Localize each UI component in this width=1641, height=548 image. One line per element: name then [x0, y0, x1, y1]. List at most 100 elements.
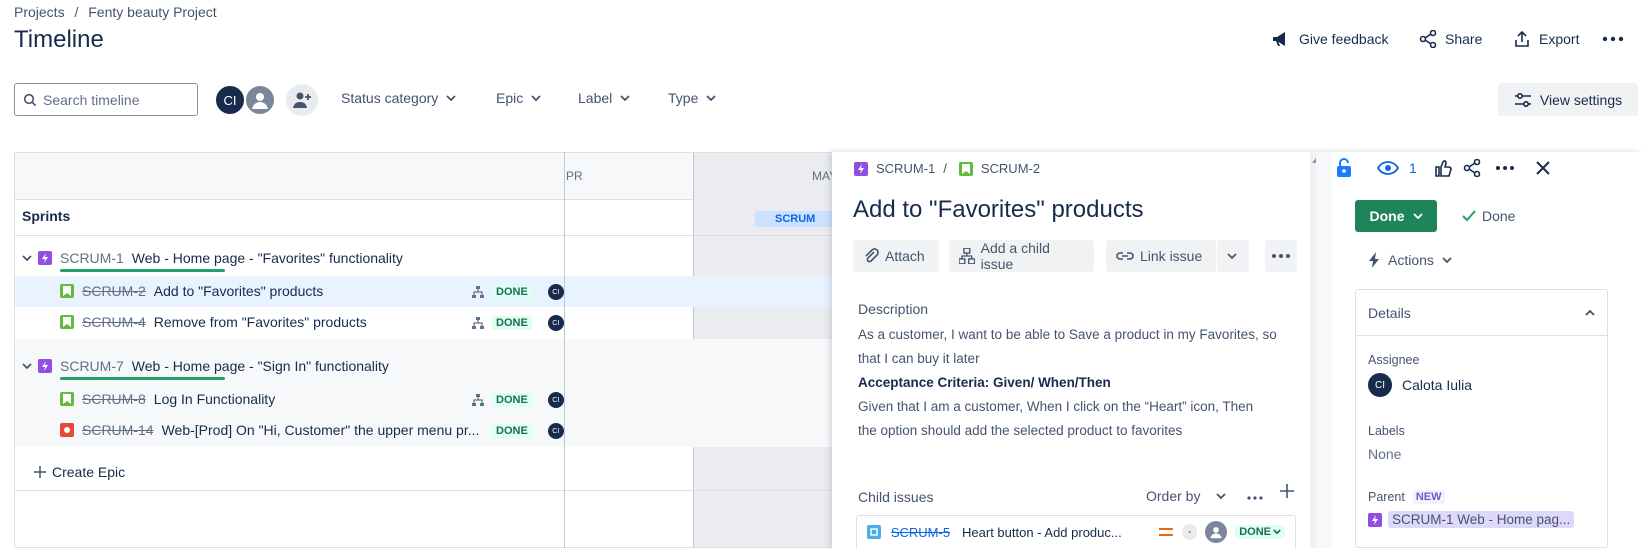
close-icon[interactable] — [1535, 160, 1551, 176]
epic-icon — [38, 251, 52, 265]
filter-type[interactable]: Type — [668, 90, 716, 106]
description-line: Given that I am a customer, When I click… — [858, 399, 1254, 414]
issue-title: Remove from "Favorites" products — [153, 313, 367, 330]
labels-value[interactable]: None — [1368, 446, 1401, 462]
attach-button[interactable]: Attach — [853, 240, 939, 272]
add-child-plus-icon[interactable] — [1280, 484, 1294, 501]
assignee-avatar[interactable]: CI — [547, 284, 564, 300]
watch-count[interactable]: 1 — [1409, 160, 1417, 176]
epic-key[interactable]: SCRUM-7 — [60, 358, 124, 374]
give-feedback-button[interactable]: Give feedback — [1271, 30, 1389, 48]
chevron-up-icon — [1585, 309, 1595, 316]
add-child-issue-button[interactable]: Add a child issue — [949, 240, 1094, 272]
avatar-user[interactable]: CI — [214, 84, 246, 116]
chevron-down-icon[interactable] — [22, 362, 32, 370]
more-actions-button[interactable] — [1265, 240, 1297, 272]
hierarchy-icon — [959, 248, 975, 264]
parent-label-row: Parent NEW — [1368, 490, 1445, 504]
more-icon[interactable] — [1495, 165, 1515, 171]
actions-dropdown[interactable]: Actions — [1368, 252, 1452, 268]
chevron-down-icon — [706, 94, 716, 101]
status-lozenge[interactable]: DONE — [492, 316, 532, 330]
add-person-icon — [293, 92, 311, 108]
filter-label[interactable]: Label — [578, 90, 630, 106]
chevron-down-icon[interactable] — [22, 254, 32, 262]
parent-issue-link[interactable]: SCRUM-1 — [876, 161, 935, 176]
filter-epic[interactable]: Epic — [496, 90, 541, 106]
breadcrumb-projects[interactable]: Projects — [14, 4, 65, 20]
child-estimate[interactable]: - — [1181, 524, 1198, 540]
filter-status-category[interactable]: Status category — [341, 90, 456, 106]
order-by-dropdown[interactable]: Order by — [1146, 488, 1227, 504]
story-icon — [60, 283, 74, 298]
issue-key[interactable]: SCRUM-4 — [82, 314, 146, 330]
epic-key[interactable]: SCRUM-1 — [60, 250, 124, 266]
more-actions-icon[interactable] — [1602, 31, 1624, 50]
issue-key[interactable]: SCRUM-14 — [82, 422, 154, 438]
chevron-down-icon — [1442, 256, 1452, 263]
sprint-chip[interactable]: SCRUM — [755, 211, 835, 227]
issue-key[interactable]: SCRUM-2 — [82, 283, 146, 299]
view-settings-button[interactable]: View settings — [1498, 83, 1638, 116]
child-issues-label: Child issues — [858, 489, 934, 505]
person-icon — [252, 93, 268, 109]
assignee-avatar[interactable]: CI — [547, 315, 564, 331]
add-people-button[interactable] — [286, 84, 318, 116]
view-settings-label: View settings — [1539, 91, 1623, 108]
filter-status-label: Status category — [341, 90, 439, 106]
search-input[interactable]: Search timeline — [14, 83, 198, 116]
details-header[interactable]: Details — [1356, 290, 1607, 336]
resolution-label: Done — [1482, 208, 1516, 224]
epic-row[interactable]: SCRUM-1 Web - Home page - "Favorites" fu… — [14, 244, 565, 272]
share-button[interactable]: Share — [1419, 30, 1482, 48]
avatar-unassigned[interactable] — [244, 84, 276, 116]
issue-title[interactable]: Add to "Favorites" products — [853, 196, 1144, 224]
share-label: Share — [1445, 31, 1483, 47]
child-issues-icon[interactable] — [472, 286, 484, 298]
more-icon — [1272, 254, 1290, 258]
link-issue-dropdown[interactable] — [1217, 240, 1249, 272]
panel-gutter — [1316, 152, 1332, 548]
issue-key[interactable]: SCRUM-8 — [82, 391, 146, 407]
acceptance-criteria-heading: Acceptance Criteria: Given/ When/Then — [858, 375, 1111, 390]
bug-icon — [60, 422, 74, 437]
details-title: Details — [1368, 304, 1411, 321]
child-issues-icon[interactable] — [472, 394, 484, 406]
share-icon[interactable] — [1463, 159, 1481, 177]
description-body[interactable]: As a customer, I want to be able to Save… — [858, 323, 1277, 443]
child-status-lozenge[interactable]: DONE — [1235, 525, 1285, 539]
status-transition-button[interactable]: Done — [1355, 200, 1437, 232]
share-icon — [1419, 30, 1437, 48]
status-lozenge[interactable]: DONE — [492, 285, 532, 299]
parent-label: Parent — [1368, 490, 1405, 504]
assignee-name: Calota Iulia — [1402, 377, 1473, 393]
lock-icon[interactable] — [1335, 158, 1353, 178]
child-more-icon[interactable] — [1247, 488, 1263, 504]
assignee-avatar[interactable]: CI — [547, 423, 564, 439]
status-lozenge[interactable]: DONE — [492, 393, 532, 407]
epic-icon — [854, 161, 868, 176]
issue-row[interactable]: SCRUM-14 Web-[Prod] On "Hi, Customer" th… — [14, 414, 565, 445]
child-issue-row[interactable]: SCRUM-5 Heart button - Add produc... - D… — [856, 515, 1296, 548]
export-button[interactable]: Export — [1513, 30, 1579, 48]
eye-icon[interactable] — [1377, 161, 1399, 175]
assignee-avatar: CI — [1368, 373, 1392, 397]
parent-field[interactable]: SCRUM-1 Web - Home pag... — [1368, 511, 1575, 528]
issue-key-link[interactable]: SCRUM-2 — [981, 161, 1040, 176]
assignee-avatar[interactable]: CI — [547, 392, 564, 408]
child-issues-icon[interactable] — [472, 317, 484, 329]
labels-label: Labels — [1368, 424, 1405, 438]
epic-row[interactable]: SCRUM-7 Web - Home page - "Sign In" func… — [14, 352, 565, 380]
create-epic-button[interactable]: Create Epic — [14, 458, 565, 486]
breadcrumb-project[interactable]: Fenty beauty Project — [88, 4, 216, 20]
child-issue-key[interactable]: SCRUM-5 — [891, 525, 962, 540]
child-issue-title[interactable]: Heart button - Add produc... — [962, 525, 1150, 540]
month-apr-label: PR — [566, 169, 583, 183]
issue-breadcrumb: SCRUM-1 / SCRUM-2 — [854, 161, 1040, 176]
issue-top-actions: 1 — [1335, 158, 1551, 178]
child-assignee-avatar[interactable] — [1205, 521, 1228, 543]
link-issue-button[interactable]: Link issue — [1106, 240, 1216, 272]
status-lozenge[interactable]: DONE — [492, 424, 532, 438]
assignee-field[interactable]: CI Calota Iulia — [1368, 373, 1472, 397]
thumbs-up-icon[interactable] — [1434, 159, 1453, 177]
